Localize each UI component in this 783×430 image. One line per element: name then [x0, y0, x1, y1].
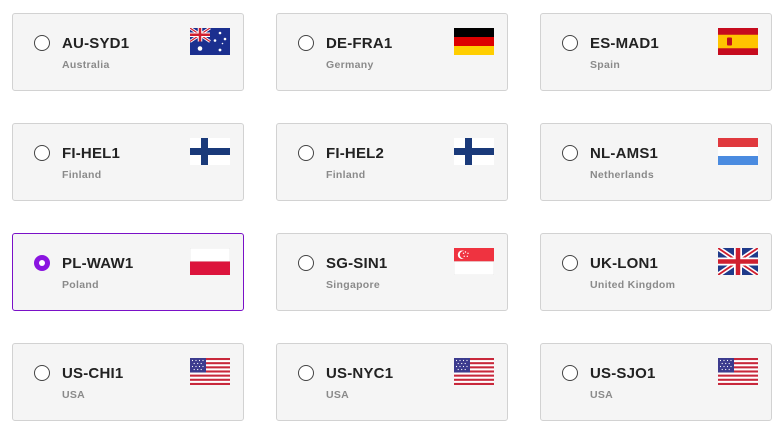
region-country: United Kingdom	[590, 279, 676, 291]
region-card-nl-ams1[interactable]: NL-AMS1 Netherlands	[540, 123, 772, 201]
uk-flag-icon	[718, 248, 758, 275]
region-code: SG-SIN1	[326, 255, 388, 272]
region-card-fi-hel1[interactable]: FI-HEL1 Finland	[12, 123, 244, 201]
australia-flag-icon	[190, 28, 230, 55]
singapore-flag-icon	[454, 248, 494, 275]
region-country: Singapore	[326, 279, 381, 291]
germany-flag-icon	[454, 28, 494, 55]
radio-button[interactable]	[34, 145, 50, 161]
region-country: Spain	[590, 59, 621, 71]
region-country: Poland	[62, 279, 99, 291]
region-card-de-fra1[interactable]: DE-FRA1 Germany	[276, 13, 508, 91]
region-card-us-chi1[interactable]: US-CHI1 USA	[12, 343, 244, 421]
region-country: Australia	[62, 59, 110, 71]
region-country: USA	[590, 389, 614, 401]
radio-button[interactable]	[34, 365, 50, 381]
usa-flag-icon	[454, 358, 494, 385]
region-country: Netherlands	[590, 169, 654, 181]
region-card-au-syd1[interactable]: AU-SYD1 Australia	[12, 13, 244, 91]
region-country: Germany	[326, 59, 374, 71]
usa-flag-icon	[718, 358, 758, 385]
radio-button[interactable]	[298, 365, 314, 381]
radio-button[interactable]	[562, 145, 578, 161]
radio-button[interactable]	[298, 145, 314, 161]
netherlands-flag-icon	[718, 138, 758, 165]
region-card-us-nyc1[interactable]: US-NYC1 USA	[276, 343, 508, 421]
region-code: US-SJO1	[590, 365, 656, 382]
region-code: DE-FRA1	[326, 35, 393, 52]
radio-button[interactable]	[562, 365, 578, 381]
radio-button[interactable]	[562, 255, 578, 271]
region-card-pl-waw1[interactable]: PL-WAW1 Poland	[12, 233, 244, 311]
region-country: USA	[62, 389, 86, 401]
radio-button[interactable]	[562, 35, 578, 51]
usa-flag-icon	[190, 358, 230, 385]
region-card-sg-sin1[interactable]: SG-SIN1 Singapore	[276, 233, 508, 311]
region-code: PL-WAW1	[62, 255, 134, 272]
region-code: FI-HEL2	[326, 145, 385, 162]
spain-flag-icon	[718, 28, 758, 55]
radio-button-selected[interactable]	[34, 255, 50, 271]
radio-button[interactable]	[298, 35, 314, 51]
region-code: US-NYC1	[326, 365, 394, 382]
region-grid: AU-SYD1 Australia DE-FRA1 Germany ES-MAD…	[0, 0, 783, 430]
region-code: AU-SYD1	[62, 35, 130, 52]
region-code: FI-HEL1	[62, 145, 121, 162]
finland-flag-icon	[454, 138, 494, 165]
region-card-us-sjo1[interactable]: US-SJO1 USA	[540, 343, 772, 421]
region-code: NL-AMS1	[590, 145, 659, 162]
region-card-fi-hel2[interactable]: FI-HEL2 Finland	[276, 123, 508, 201]
poland-flag-icon	[190, 248, 230, 275]
region-country: USA	[326, 389, 350, 401]
region-code: US-CHI1	[62, 365, 124, 382]
region-country: Finland	[326, 169, 366, 181]
finland-flag-icon	[190, 138, 230, 165]
region-code: ES-MAD1	[590, 35, 659, 52]
region-card-es-mad1[interactable]: ES-MAD1 Spain	[540, 13, 772, 91]
region-card-uk-lon1[interactable]: UK-LON1 United Kingdom	[540, 233, 772, 311]
region-code: UK-LON1	[590, 255, 659, 272]
region-country: Finland	[62, 169, 102, 181]
radio-button[interactable]	[34, 35, 50, 51]
radio-button[interactable]	[298, 255, 314, 271]
